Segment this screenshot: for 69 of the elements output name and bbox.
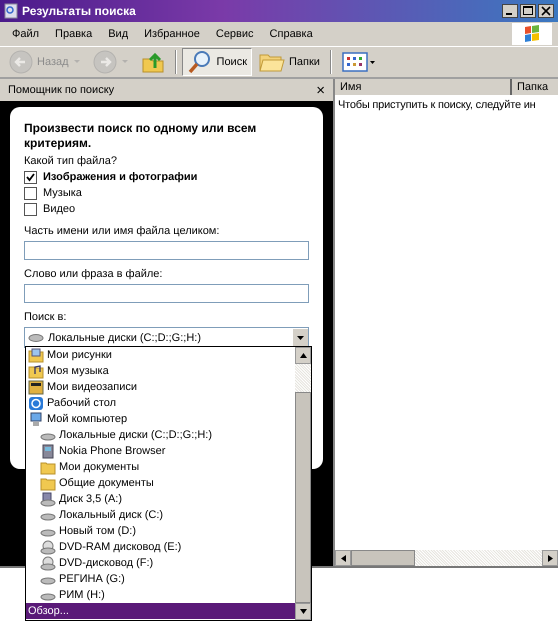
menu-item[interactable]: Сервис [208,28,262,40]
menu-item[interactable]: Файл [4,28,48,40]
disc-drive-icon [40,540,56,554]
file-type-checkbox[interactable]: Изображения и фотографии [24,169,309,185]
location-option[interactable]: DVD-RAM дисковод (E:) [26,539,295,555]
folder-icon [40,476,56,490]
desktop-icon [28,396,44,410]
name-field[interactable] [24,241,309,260]
scroll-left-icon[interactable] [340,554,346,562]
drive-icon [28,332,44,342]
close-icon[interactable] [538,4,554,18]
location-option[interactable]: DVD-дисковод (F:) [26,555,295,571]
location-option[interactable]: Мои рисунки [26,347,295,363]
close-pane-button[interactable]: × [316,82,325,98]
location-option[interactable]: Мой компьютер [26,411,295,427]
menu-item[interactable]: Избранное [136,28,208,40]
caret-icon[interactable] [297,336,304,340]
search-icon [186,49,213,75]
location-option[interactable]: Локальный диск (C:) [26,507,295,523]
file-type-checkbox[interactable]: Видео [24,201,309,217]
checkmark-icon [25,172,36,182]
folder-icon [40,460,56,474]
floppy-drive-icon [40,492,56,506]
minimize-icon[interactable] [502,4,518,18]
up-folder-icon [140,50,165,74]
search-button[interactable]: Поиск [182,48,252,76]
column-header[interactable]: Имя [335,79,512,95]
location-option[interactable]: Диск 3,5 (A:) [26,491,295,507]
phone-icon [40,444,56,458]
window-title: Результаты поиска [22,4,137,18]
pictures-folder-icon [28,348,44,362]
phrase-field[interactable] [24,284,309,303]
question-label: Какой тип файла? [24,154,118,169]
music-folder-icon [28,364,44,378]
scroll-right-icon[interactable] [548,554,552,562]
location-option[interactable]: Моя музыка [26,363,295,379]
field-label: Часть имени или имя файла целиком: [24,224,220,239]
location-option[interactable]: Nokia Phone Browser [26,443,295,459]
panel-heading: Произвести поиск по одному или всем критериям. [24,121,258,151]
location-option[interactable]: РЕГИНА (G:) [26,571,295,587]
film-icon [28,380,44,394]
column-header[interactable]: Папка [512,79,558,95]
scroll-thumb[interactable] [351,550,415,566]
menu-item[interactable]: Справка [262,28,321,40]
scroll-down-icon[interactable] [300,609,306,614]
scroll-thumb[interactable] [295,392,311,603]
location-option[interactable]: РИМ (H:) [26,587,295,603]
menu-item[interactable]: Правка [47,28,100,40]
results-message: Чтобы приступить к поиску, следуйте ин [337,98,537,113]
location-option[interactable]: Новый том (D:) [26,523,295,539]
maximize-icon[interactable] [520,4,536,18]
pane-title: Помощник по поиску [8,84,114,96]
disc-drive-icon [40,556,56,570]
horizontal-scrollbar[interactable] [335,550,558,566]
location-option[interactable]: Общие документы [26,475,295,491]
location-option[interactable]: Локальные диски (C:;D:;G:;H:) [26,427,295,443]
field-label: Слово или фраза в файле: [24,267,164,282]
views-icon [342,51,376,73]
computer-icon [28,412,44,426]
menu-item[interactable]: Вид [100,28,136,40]
vertical-scrollbar[interactable] [295,347,311,620]
field-label: Поиск в: [24,310,68,325]
search-window-icon [4,3,18,19]
browse-option[interactable]: Обзор... [26,603,295,619]
scroll-up-icon[interactable] [300,353,306,358]
location-option[interactable]: Мои видеозаписи [26,379,295,395]
file-type-checkbox[interactable]: Музыка [24,185,309,201]
location-option[interactable]: Рабочий стол [26,395,295,411]
location-option[interactable]: Мои документы [26,459,295,475]
